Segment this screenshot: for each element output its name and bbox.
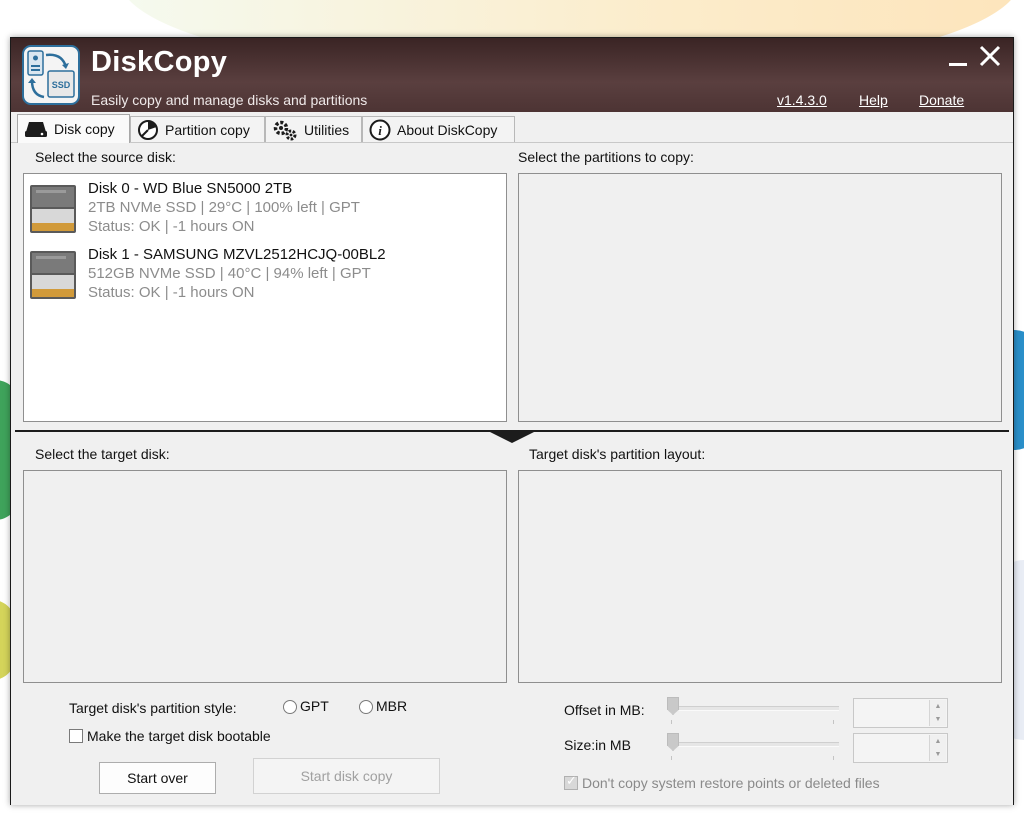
arrow-down-icon xyxy=(490,432,534,443)
app-logo-icon: SSD xyxy=(22,45,80,105)
size-spinbox[interactable]: ▲ ▼ xyxy=(853,733,948,763)
disk-details: 2TB NVMe SSD | 29°C | 100% left | GPT xyxy=(88,199,360,216)
start-disk-copy-button[interactable]: Start disk copy xyxy=(253,758,440,794)
disk-name: Disk 0 - WD Blue SN5000 2TB xyxy=(88,180,293,197)
mbr-radio-label: MBR xyxy=(376,698,408,714)
disk-name: Disk 1 - SAMSUNG MZVL2512HCJQ-00BL2 xyxy=(88,246,386,263)
tab-partition-copy[interactable]: Partition copy xyxy=(130,116,265,142)
target-disk-label: Select the target disk: xyxy=(35,446,170,462)
tab-disk-copy[interactable]: Disk copy xyxy=(17,114,130,143)
close-button[interactable] xyxy=(974,42,1006,72)
title-bar: SSD DiskCopy Easily copy and manage disk… xyxy=(11,38,1013,112)
offset-spinbox[interactable]: ▲ ▼ xyxy=(853,698,948,728)
list-item-disk-1[interactable]: Disk 1 - SAMSUNG MZVL2512HCJQ-00BL2 512G… xyxy=(28,243,498,305)
info-icon: i xyxy=(369,119,391,140)
size-label: Size:in MB xyxy=(564,737,631,753)
close-icon xyxy=(979,45,1001,67)
tab-utilities[interactable]: Utilities xyxy=(265,116,362,142)
partitions-label: Select the partitions to copy: xyxy=(518,149,694,165)
bootable-checkbox-label: Make the target disk bootable xyxy=(87,728,271,744)
app-title: DiskCopy xyxy=(91,46,228,78)
gears-icon xyxy=(273,120,297,140)
tab-label: Utilities xyxy=(304,121,350,138)
hard-drive-icon xyxy=(30,251,76,299)
spin-up-button[interactable]: ▲ xyxy=(929,700,946,714)
tab-label: Disk copy xyxy=(54,121,115,137)
partition-layout-label: Target disk's partition layout: xyxy=(529,446,706,462)
target-disk-list[interactable] xyxy=(23,470,507,683)
donate-link[interactable]: Donate xyxy=(919,92,964,108)
partition-pie-icon xyxy=(138,119,158,140)
gpt-radio-label: GPT xyxy=(300,698,329,714)
bootable-checkbox[interactable] xyxy=(69,729,83,743)
mbr-radio[interactable] xyxy=(359,700,373,714)
minimize-button[interactable] xyxy=(941,42,973,72)
diskcopy-window: SSD DiskCopy Easily copy and manage disk… xyxy=(10,37,1014,805)
no-restore-points-label: Don't copy system restore points or dele… xyxy=(582,775,880,791)
start-over-button[interactable]: Start over xyxy=(99,762,216,794)
svg-text:SSD: SSD xyxy=(52,80,71,90)
offset-label: Offset in MB: xyxy=(564,702,645,718)
partition-style-label: Target disk's partition style: xyxy=(69,700,237,716)
svg-text:i: i xyxy=(378,123,382,138)
app-subtitle: Easily copy and manage disks and partiti… xyxy=(91,92,368,108)
source-disk-list[interactable]: Disk 0 - WD Blue SN5000 2TB 2TB NVMe SSD… xyxy=(23,173,507,422)
tab-bar: Disk copy Partition copy Utilities i Abo… xyxy=(11,114,1013,143)
source-disk-label: Select the source disk: xyxy=(35,149,176,165)
partitions-list[interactable] xyxy=(518,173,1002,422)
tab-label: About DiskCopy xyxy=(397,121,498,138)
version-link[interactable]: v1.4.3.0 xyxy=(777,92,827,108)
list-item-disk-0[interactable]: Disk 0 - WD Blue SN5000 2TB 2TB NVMe SSD… xyxy=(28,177,498,239)
offset-slider[interactable] xyxy=(667,697,839,724)
no-restore-points-checkbox[interactable] xyxy=(564,774,578,790)
spin-down-button[interactable]: ▼ xyxy=(929,713,946,726)
disk-icon xyxy=(25,122,47,137)
tab-label: Partition copy xyxy=(165,121,250,138)
disk-status: Status: OK | -1 hours ON xyxy=(88,218,255,235)
partition-layout-view xyxy=(518,470,1002,683)
disk-copy-page: Select the source disk: Select the parti… xyxy=(11,142,1013,805)
hard-drive-icon xyxy=(30,185,76,233)
tab-about[interactable]: i About DiskCopy xyxy=(362,116,515,142)
spin-down-button[interactable]: ▼ xyxy=(929,748,946,761)
size-slider[interactable] xyxy=(667,733,839,760)
spin-up-button[interactable]: ▲ xyxy=(929,735,946,749)
help-link[interactable]: Help xyxy=(859,92,888,108)
disk-details: 512GB NVMe SSD | 40°C | 94% left | GPT xyxy=(88,265,371,282)
disk-status: Status: OK | -1 hours ON xyxy=(88,284,255,301)
gpt-radio[interactable] xyxy=(283,700,297,714)
